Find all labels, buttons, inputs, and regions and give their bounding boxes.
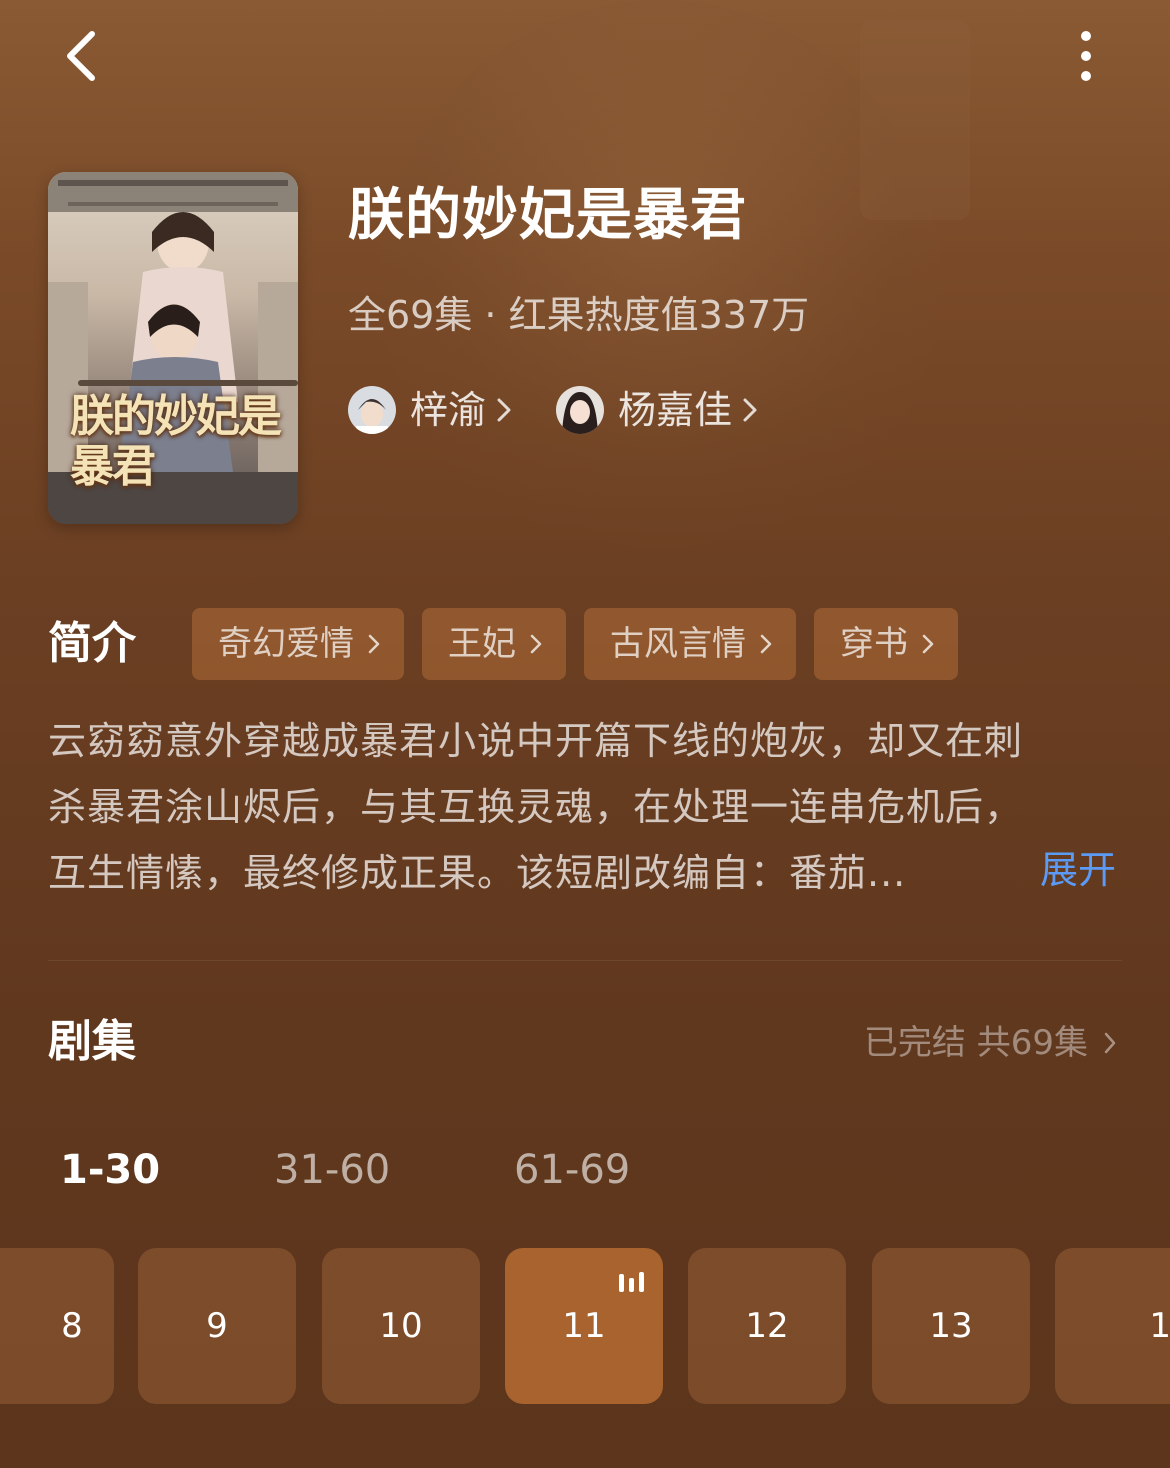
chevron-right-icon <box>760 634 772 654</box>
episode-number: 13 <box>929 1306 973 1346</box>
top-bar <box>0 0 1170 120</box>
avatar <box>556 386 605 434</box>
drama-poster[interactable]: 朕的妙妃是暴君 <box>48 172 298 524</box>
chevron-right-icon <box>743 398 757 422</box>
genre-tag-label: 王妃 <box>448 624 516 664</box>
episode-tile[interactable]: 13 <box>872 1248 1030 1404</box>
poster-title: 朕的妙妃是暴君 <box>70 391 282 492</box>
section-divider <box>48 960 1122 961</box>
episode-tile[interactable]: 9 <box>138 1248 296 1404</box>
actor-item[interactable]: 杨嘉佳 <box>556 385 758 435</box>
expand-synopsis-link[interactable]: 展开 <box>1040 840 1116 900</box>
synopsis-text: 云窈窈意外穿越成暴君小说中开篇下线的炮灰，却又在刺 杀暴君涂山烬后，与其互换灵魂… <box>48 708 1128 906</box>
back-arrow-icon[interactable] <box>54 26 110 86</box>
episode-tile-current[interactable]: 11 <box>505 1248 663 1404</box>
actor-item[interactable]: 梓渝 <box>348 385 512 435</box>
genre-tag[interactable]: 奇幻爱情 <box>192 608 404 680</box>
genre-tag-label: 穿书 <box>840 624 908 664</box>
episode-number: 10 <box>379 1306 423 1346</box>
episode-number: 8 <box>61 1306 83 1346</box>
chevron-right-icon <box>497 398 511 422</box>
intro-heading: 简介 <box>48 618 136 669</box>
episode-number: 11 <box>562 1306 606 1346</box>
range-tab-1-30[interactable]: 1-30 <box>60 1140 160 1200</box>
synopsis-line: 云窈窈意外穿越成暴君小说中开篇下线的炮灰，却又在刺 <box>48 719 1024 763</box>
drama-meta: 全69集 · 红果热度值337万 <box>348 293 810 337</box>
episode-tile[interactable]: 14 <box>1055 1248 1170 1404</box>
drama-title: 朕的妙妃是暴君 <box>348 183 747 248</box>
chevron-right-icon <box>922 634 934 654</box>
genre-tags: 奇幻爱情 王妃 古风言情 穿书 <box>192 608 976 680</box>
genre-tag[interactable]: 古风言情 <box>584 608 796 680</box>
chevron-right-icon <box>368 634 380 654</box>
episodes-heading: 剧集 <box>48 1016 136 1067</box>
range-tab-61-69[interactable]: 61-69 <box>514 1140 630 1200</box>
synopsis-line: 杀暴君涂山烬后，与其互换灵魂，在处理一连串危机后， <box>48 785 1024 829</box>
episodes-status: 已完结 共69集 <box>863 1023 1088 1063</box>
chevron-right-icon <box>1104 1032 1116 1054</box>
episode-strip[interactable]: 8 9 10 11 12 13 14 <box>0 1248 1170 1404</box>
chevron-right-icon <box>530 634 542 654</box>
genre-tag[interactable]: 穿书 <box>814 608 958 680</box>
playing-bars-icon <box>619 1272 644 1292</box>
episode-tile[interactable]: 8 <box>0 1248 114 1404</box>
genre-tag-label: 奇幻爱情 <box>218 624 354 664</box>
avatar <box>348 386 396 434</box>
genre-tag-label: 古风言情 <box>610 624 746 664</box>
range-tab-31-60[interactable]: 31-60 <box>274 1140 390 1200</box>
episode-tile[interactable]: 10 <box>322 1248 480 1404</box>
more-vertical-icon[interactable] <box>1066 28 1106 88</box>
actor-list: 梓渝 杨嘉佳 <box>348 380 802 440</box>
episode-number: 12 <box>745 1306 789 1346</box>
actor-name: 梓渝 <box>410 388 487 432</box>
synopsis-line: 互生情愫，最终修成正果。该短剧改编自：番茄... <box>48 851 907 895</box>
genre-tag[interactable]: 王妃 <box>422 608 566 680</box>
episode-tile[interactable]: 12 <box>688 1248 846 1404</box>
episodes-status-link[interactable]: 已完结 共69集 <box>864 1018 1116 1068</box>
episode-number: 14 <box>1149 1306 1170 1346</box>
episode-number: 9 <box>206 1306 228 1346</box>
actor-name: 杨嘉佳 <box>618 388 733 432</box>
